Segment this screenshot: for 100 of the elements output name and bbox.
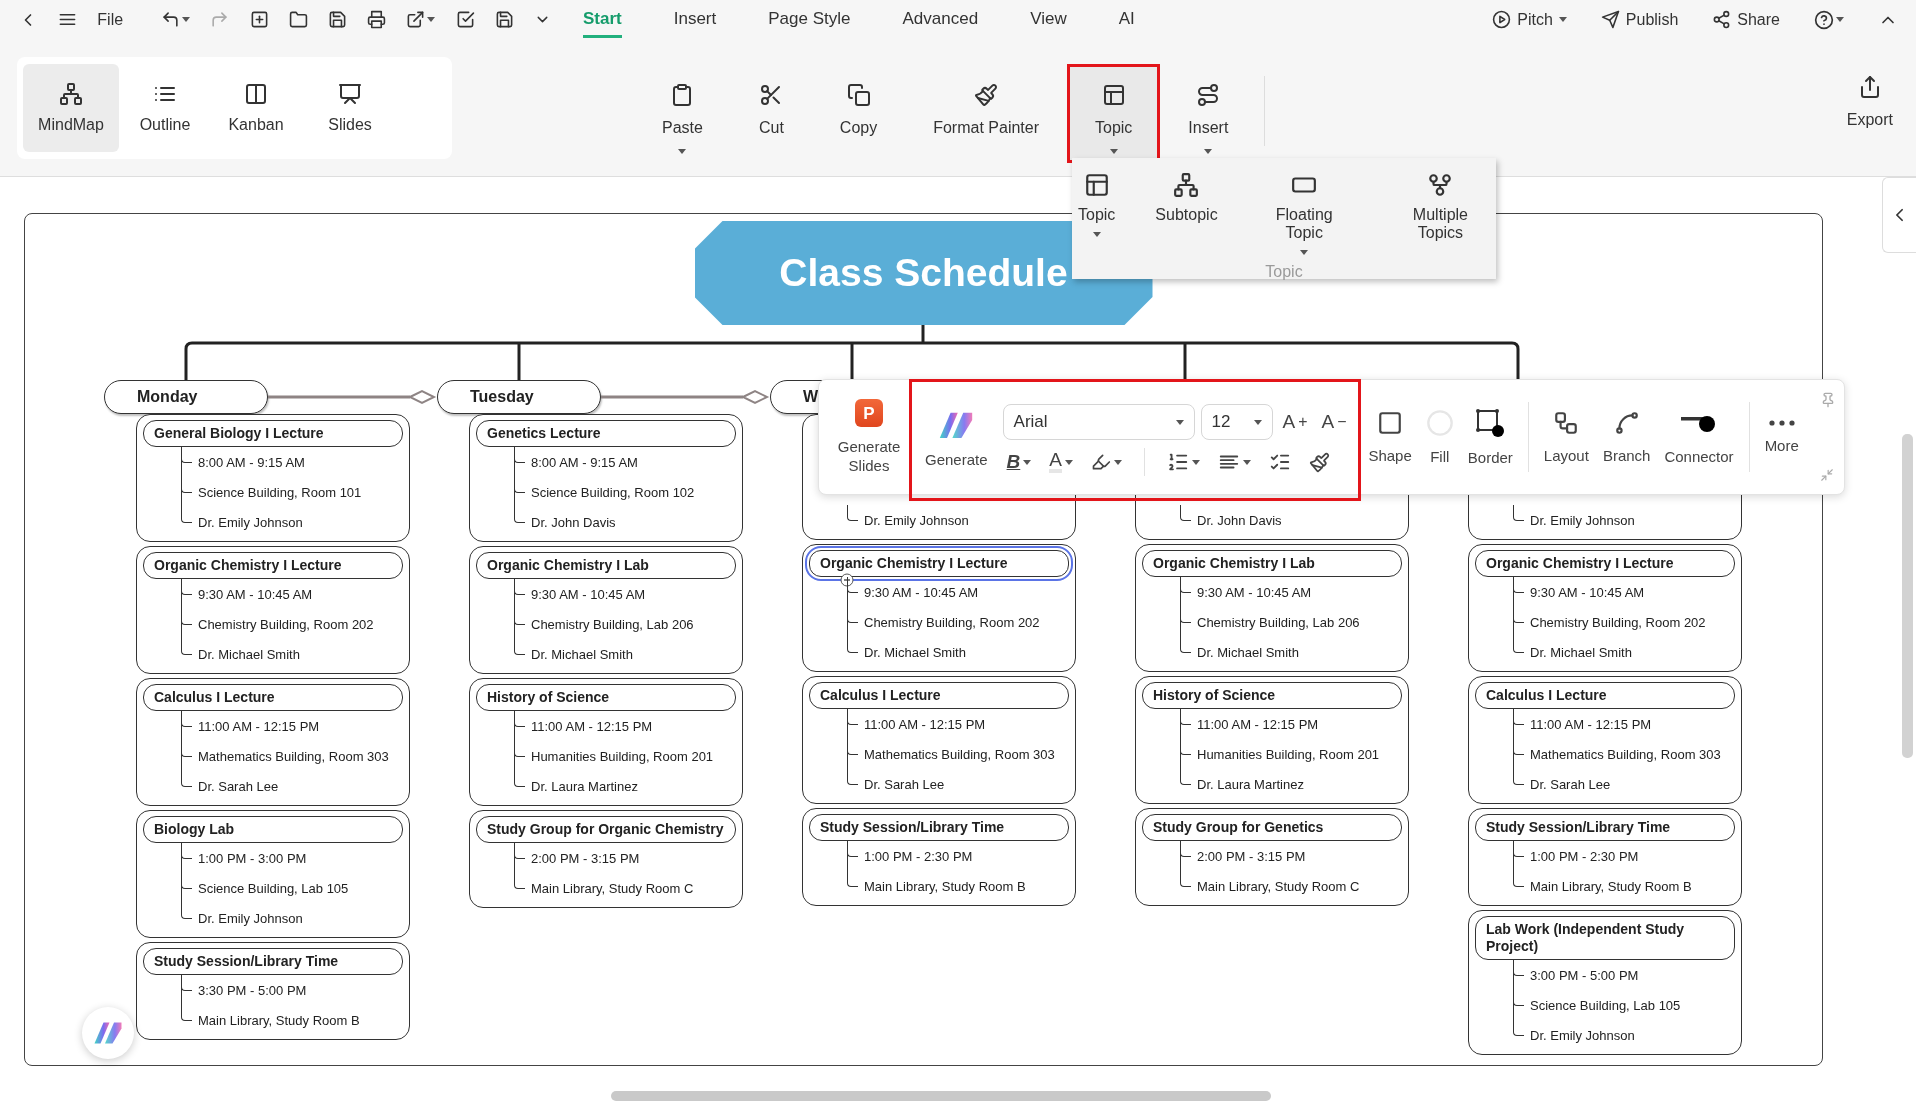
style-button[interactable]: Fill xyxy=(1418,404,1461,470)
subtopic-text: Chemistry Building, Room 202 xyxy=(181,609,403,639)
menu-tab[interactable]: Insert xyxy=(673,1,717,38)
view-button[interactable]: Kanban xyxy=(211,64,301,152)
view-button[interactable]: Slides xyxy=(305,64,395,152)
subtopic-text: Main Library, Study Room B xyxy=(181,1005,403,1035)
topic-title[interactable]: Organic Chemistry I Lecture xyxy=(1475,550,1735,577)
generate-button[interactable]: Generate xyxy=(918,407,995,473)
menu-tab[interactable]: AI xyxy=(1118,1,1135,38)
topic-title[interactable]: Genetics Lecture xyxy=(476,420,736,447)
export-button[interactable]: Export xyxy=(1840,67,1899,137)
topic-title[interactable]: Organic Chemistry I Lecture xyxy=(143,552,403,579)
subtopic-text: 8:00 AM - 9:15 AM xyxy=(181,447,403,477)
menu-tab[interactable]: Page Style xyxy=(768,1,851,38)
dropdown-item[interactable]: Multiple Topics xyxy=(1384,170,1496,257)
action-button[interactable]: Publish xyxy=(1594,6,1685,33)
font-select[interactable]: Arial xyxy=(1002,404,1195,440)
paintbrush-icon xyxy=(1308,451,1330,473)
dropdown-item[interactable]: Floating Topic xyxy=(1251,170,1357,257)
file-menu[interactable]: File xyxy=(91,6,130,33)
toolbar-button[interactable]: Topic xyxy=(1067,64,1161,163)
caret-icon xyxy=(1023,459,1032,465)
subtopic-text: 2:00 PM - 3:15 PM xyxy=(514,843,736,873)
save-icon xyxy=(494,10,514,29)
day-topic[interactable]: Monday xyxy=(104,380,268,414)
subtopic-text: Science Building, Lab 105 xyxy=(181,873,403,903)
topic-icon xyxy=(1083,172,1110,198)
more-icon xyxy=(1768,419,1795,426)
subtopic-text: 8:00 AM - 9:15 AM xyxy=(514,447,736,477)
topic-title[interactable]: Organic Chemistry I Lab xyxy=(1142,550,1402,577)
ai-assistant-button[interactable] xyxy=(82,1007,134,1059)
topic-title[interactable]: General Biology I Lecture xyxy=(143,420,403,447)
topic-title[interactable]: Calculus I Lecture xyxy=(1475,682,1735,709)
topic-title[interactable]: Study Session/Library Time xyxy=(143,948,403,975)
caret-icon xyxy=(182,17,191,22)
subtopic-text: 1:00 PM - 2:30 PM xyxy=(1513,841,1735,871)
subtopic-text: Dr. Emily Johnson xyxy=(181,507,403,537)
subtopic-text: Chemistry Building, Lab 206 xyxy=(1180,607,1402,637)
view-button[interactable]: Outline xyxy=(123,64,207,152)
copy-icon xyxy=(846,83,871,107)
subtopic-text: Dr. Michael Smith xyxy=(847,637,1069,667)
printer-icon xyxy=(367,10,387,29)
toolbar-button[interactable]: Cut xyxy=(730,64,812,163)
subtopic-text: Dr. Emily Johnson xyxy=(1513,1020,1735,1050)
subtopic-text: Dr. Michael Smith xyxy=(181,639,403,669)
action-button[interactable]: Share xyxy=(1706,6,1786,33)
subtopic-text: Dr. Laura Martinez xyxy=(514,771,736,801)
topic-title[interactable]: Calculus I Lecture xyxy=(809,682,1069,709)
topic-title[interactable]: Organic Chemistry I Lab xyxy=(476,552,736,579)
menu-tab[interactable]: View xyxy=(1030,1,1067,38)
more-button[interactable]: More xyxy=(1757,415,1806,459)
topic-title[interactable]: Study Group for Genetics xyxy=(1142,814,1402,841)
subtopic-text: Mathematics Building, Room 303 xyxy=(181,741,403,771)
collapse-icon[interactable] xyxy=(840,573,854,587)
topic-title[interactable]: Biology Lab xyxy=(143,816,403,843)
topic-title[interactable]: Study Session/Library Time xyxy=(809,814,1069,841)
subtopic-text: 11:00 AM - 12:15 PM xyxy=(1180,709,1402,739)
numbered-list-icon xyxy=(1166,451,1189,473)
font-color-button[interactable]: A xyxy=(1045,449,1077,475)
export-icon xyxy=(406,10,426,29)
caret-icon xyxy=(1836,17,1844,22)
side-panel-toggle[interactable] xyxy=(1882,177,1916,253)
topic-title[interactable]: Calculus I Lecture xyxy=(143,684,403,711)
topic-title[interactable]: History of Science xyxy=(1142,682,1402,709)
subtopic-text: Chemistry Building, Room 202 xyxy=(847,607,1069,637)
subtopic-text: 9:30 AM - 10:45 AM xyxy=(847,577,1069,607)
day-topic[interactable]: Tuesday xyxy=(437,380,601,414)
generate-slides-button[interactable]: P Generate Slides xyxy=(829,395,909,479)
branch-icon xyxy=(1613,409,1640,436)
layout-button[interactable]: Branch xyxy=(1595,405,1658,469)
style-button[interactable]: Shape xyxy=(1361,405,1419,469)
caret-icon xyxy=(1191,459,1200,465)
caret-icon xyxy=(1242,459,1251,465)
kanban-icon xyxy=(244,82,268,106)
topic-title[interactable]: History of Science xyxy=(476,684,736,711)
view-button[interactable]: MindMap xyxy=(23,64,119,152)
vertical-scrollbar[interactable] xyxy=(1902,434,1913,758)
topic-title[interactable]: Study Group for Organic Chemistry xyxy=(476,816,736,843)
style-button[interactable]: Border xyxy=(1460,403,1520,471)
send-icon xyxy=(1600,10,1620,29)
topic-title[interactable]: Study Session/Library Time xyxy=(1475,814,1735,841)
size-select[interactable]: 12 xyxy=(1200,404,1273,440)
topic-title[interactable]: Lab Work (Independent Study Project) xyxy=(1475,916,1735,960)
layout-button[interactable]: Layout xyxy=(1536,405,1596,469)
action-button[interactable]: Pitch xyxy=(1486,6,1573,33)
layout-button[interactable]: Connector xyxy=(1657,404,1741,470)
toolbar-button[interactable]: Paste xyxy=(634,64,731,163)
ai-logo-icon xyxy=(93,1021,123,1045)
subtopic-text: Dr. Michael Smith xyxy=(1180,637,1402,667)
subtopic-text: 11:00 AM - 12:15 PM xyxy=(847,709,1069,739)
toolbar-button[interactable]: Format Painter xyxy=(905,64,1067,163)
undo-icon xyxy=(161,10,181,29)
circle-icon xyxy=(1425,408,1454,437)
subtopic-text: Science Building, Lab 105 xyxy=(1513,990,1735,1020)
subtopic-text: 3:30 PM - 5:00 PM xyxy=(181,975,403,1005)
subtopic-text: 11:00 AM - 12:15 PM xyxy=(514,711,736,741)
menu-tab[interactable]: Advanced xyxy=(902,1,979,38)
toolbar-button[interactable]: Copy xyxy=(811,64,906,163)
horizontal-scrollbar[interactable] xyxy=(611,1091,1271,1101)
bold-button[interactable]: B xyxy=(1002,449,1036,475)
